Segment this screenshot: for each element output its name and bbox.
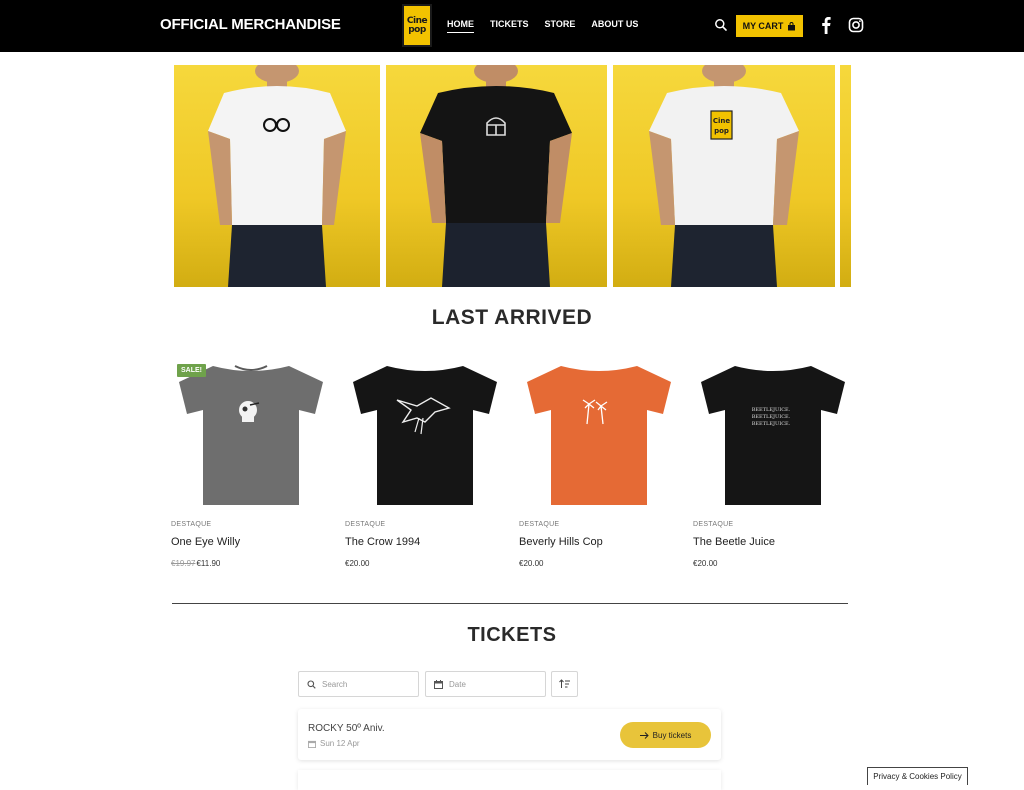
event-date: Sun 12 Apr [308,739,360,748]
current-price: €20.00 [519,559,544,568]
buy-tickets-label: Buy tickets [652,730,692,740]
hero-slide[interactable] [386,65,607,287]
event-card[interactable]: ROCKY 50º Aniv. Sun 12 Apr Buy tickets [298,709,721,760]
nav-home[interactable]: HOME [447,19,474,33]
product-card[interactable]: DESTAQUE Beverly Hills Cop €20.00 [519,360,679,568]
nav-about-us[interactable]: ABOUT US [591,19,638,29]
product-price: €20.00 [519,559,679,568]
cinepop-logo[interactable]: Cine pop [402,4,432,47]
product-image[interactable] [345,360,505,515]
logo-line-2: pop [408,24,426,35]
event-title[interactable]: ROCKY 50º Aniv. [308,723,385,734]
facebook-icon[interactable] [820,16,832,34]
date-placeholder: Date [449,679,466,689]
search-icon[interactable] [714,18,728,32]
search-icon [307,679,316,689]
site-title[interactable]: OFFICIAL MERCHANDISE [160,16,341,33]
bag-icon [788,21,796,30]
svg-text:Cine: Cine [713,117,731,125]
product-name[interactable]: Beverly Hills Cop [519,536,679,548]
sale-badge: SALE! [177,364,206,377]
instagram-icon[interactable] [848,17,864,33]
print-text-line: BEETLEJUICE. [752,414,791,420]
product-price: €20.00 [345,559,505,568]
hero-slide[interactable] [174,65,380,287]
old-price: €19.97 [171,559,196,568]
current-price: €11.90 [196,559,221,568]
last-arrived-title: LAST ARRIVED [431,306,593,329]
nav-tickets[interactable]: TICKETS [490,19,529,29]
product-category[interactable]: DESTAQUE [519,521,679,528]
section-divider [172,603,848,604]
product-name[interactable]: The Beetle Juice [693,536,853,548]
product-card[interactable]: DESTAQUE The Crow 1994 €20.00 [345,360,505,568]
hero-slide[interactable]: Cine pop [613,65,835,287]
search-placeholder: Search [322,679,348,689]
calendar-icon [308,740,316,748]
product-price: €20.00 [693,559,853,568]
my-cart-button[interactable]: MY CART [736,15,803,37]
privacy-cookies-button[interactable]: Privacy & Cookies Policy [867,767,968,785]
sort-button[interactable] [551,671,578,697]
product-name[interactable]: The Crow 1994 [345,536,505,548]
print-text-line: BEETLEJUICE. [752,407,791,413]
product-image[interactable] [519,360,679,515]
date-input[interactable]: Date [425,671,546,697]
product-card[interactable]: BEETLEJUICE. BEETLEJUICE. BEETLEJUICE. D… [693,360,853,568]
product-category[interactable]: DESTAQUE [171,521,331,528]
buy-tickets-button[interactable]: Buy tickets [620,722,711,748]
print-text-line: BEETLEJUICE. [752,421,791,427]
search-input[interactable]: Search [298,671,419,697]
current-price: €20.00 [693,559,718,568]
product-name[interactable]: One Eye Willy [171,536,331,548]
product-card[interactable]: SALE! DESTAQUE One Eye Willy €19.97€11.9… [171,360,331,568]
svg-text:pop: pop [714,127,729,135]
site-header: OFFICIAL MERCHANDISE Cine pop HOME TICKE… [0,0,1024,52]
product-image[interactable]: BEETLEJUICE. BEETLEJUICE. BEETLEJUICE. [693,360,853,515]
product-price: €19.97€11.90 [171,559,331,568]
product-category[interactable]: DESTAQUE [345,521,505,528]
nav-store[interactable]: STORE [545,19,576,29]
product-category[interactable]: DESTAQUE [693,521,853,528]
hero-slide[interactable] [840,65,851,287]
tickets-title: TICKETS [467,624,557,646]
cart-label: MY CART [742,21,784,31]
current-price: €20.00 [345,559,370,568]
main-nav: HOME TICKETS STORE ABOUT US [447,19,654,33]
arrow-right-icon [639,731,649,739]
hero-carousel[interactable]: Cine pop [174,65,851,287]
event-date-text: Sun 12 Apr [320,739,360,748]
sort-icon [559,679,570,688]
event-card[interactable] [298,770,721,790]
product-image[interactable]: SALE! [171,360,331,515]
calendar-icon [434,679,443,689]
